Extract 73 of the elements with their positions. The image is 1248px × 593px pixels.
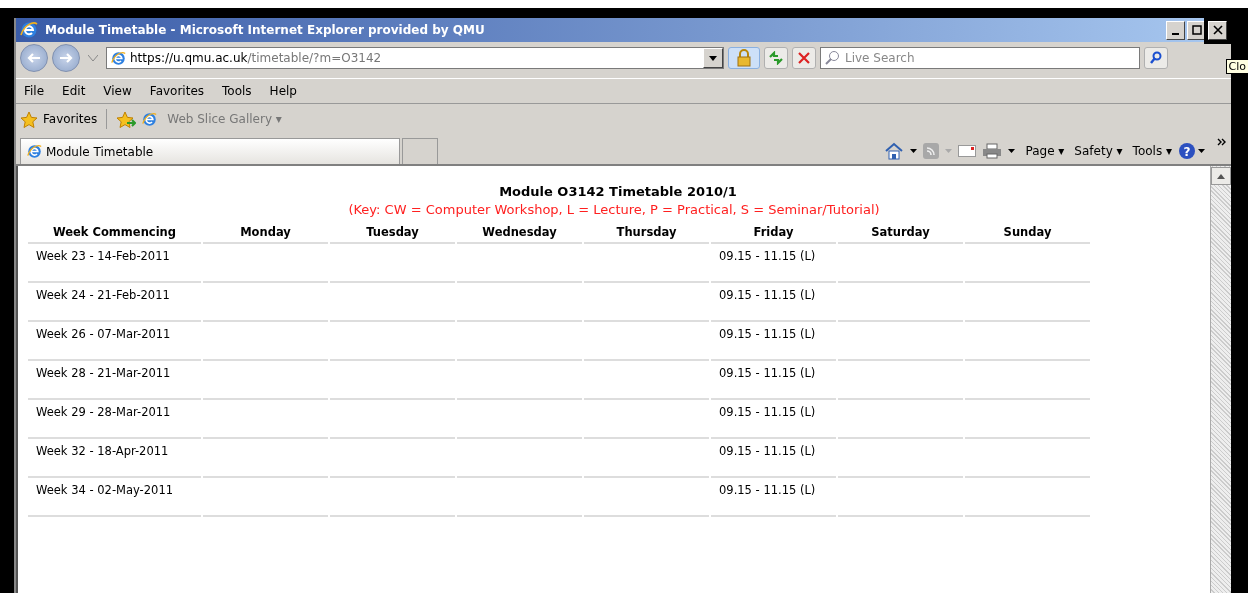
- caret-icon[interactable]: [1008, 149, 1016, 153]
- table-cell: 09.15 - 11.15 (L): [719, 405, 816, 419]
- home-icon[interactable]: [884, 142, 905, 160]
- scrollbar[interactable]: [1210, 166, 1231, 593]
- right-arrow-icon: [58, 52, 74, 64]
- printer-icon[interactable]: [982, 143, 1003, 159]
- address-field[interactable]: https://u.qmu.ac.uk/timetable/?m=O3142: [106, 47, 724, 69]
- command-menu[interactable]: Tools ▾: [1132, 144, 1172, 158]
- table-cell: 09.15 - 11.15 (L): [719, 249, 816, 263]
- star-icon: [20, 110, 38, 128]
- column-header: Saturday: [838, 223, 963, 244]
- menu-item[interactable]: Edit: [62, 84, 86, 98]
- url-text: https://u.qmu.ac.uk/timetable/?m=O3142: [130, 51, 383, 65]
- refresh-arrows-icon: [768, 51, 784, 65]
- minimize-icon: [1172, 33, 1179, 35]
- web-slice-icon: [142, 111, 158, 127]
- table-cell: Week 24 - 21-Feb-2011: [36, 288, 170, 302]
- table-cell: 09.15 - 11.15 (L): [719, 444, 816, 458]
- minimize-button[interactable]: [1166, 20, 1185, 40]
- table-cell: 09.15 - 11.15 (L): [719, 366, 816, 380]
- column-header: Friday: [711, 223, 836, 244]
- scroll-up-button[interactable]: [1211, 167, 1231, 185]
- column-header: Monday: [203, 223, 328, 244]
- table-cell: Week 29 - 28-Mar-2011: [36, 405, 171, 419]
- search-button[interactable]: [1144, 47, 1168, 69]
- forward-button[interactable]: [52, 44, 80, 72]
- chevron-icon[interactable]: [1217, 138, 1227, 146]
- column-header: Wednesday: [457, 223, 582, 244]
- lock-icon[interactable]: [728, 47, 760, 69]
- column-header: Tuesday: [330, 223, 455, 244]
- table-cell: Week 32 - 18-Apr-2011: [36, 444, 169, 458]
- maximize-icon: [1191, 25, 1202, 35]
- table-cell: Week 34 - 02-May-2011: [36, 483, 174, 497]
- tab-page-icon: [27, 144, 42, 159]
- close-icon: [1212, 25, 1223, 35]
- search-icon: [824, 50, 840, 66]
- menu-item[interactable]: View: [103, 84, 132, 98]
- menu-item[interactable]: Tools: [222, 84, 252, 98]
- column-header: Thursday: [584, 223, 709, 244]
- column-header: Week Commencing: [28, 223, 201, 244]
- menu-item[interactable]: File: [24, 84, 45, 98]
- table-cell: 09.15 - 11.15 (L): [719, 483, 816, 497]
- search-icon: [1149, 51, 1163, 65]
- mail-icon[interactable]: [958, 145, 977, 157]
- table-cell: Week 23 - 14-Feb-2011: [36, 249, 170, 263]
- page-heading: Module O3142 Timetable 2010/1: [498, 184, 738, 199]
- page-icon: [111, 50, 126, 66]
- column-header: Sunday: [965, 223, 1090, 244]
- table-cell: Week 26 - 07-Mar-2011: [36, 327, 171, 341]
- back-button[interactable]: [20, 44, 48, 72]
- table-cell: Week 28 - 21-Mar-2011: [36, 366, 171, 380]
- command-menu[interactable]: Safety ▾: [1074, 144, 1123, 158]
- left-arrow-icon: [26, 52, 42, 64]
- refresh-button[interactable]: [764, 47, 788, 69]
- table-cell: 09.15 - 11.15 (L): [719, 327, 816, 341]
- cross-icon: [797, 51, 811, 65]
- table-cell: 09.15 - 11.15 (L): [719, 288, 816, 302]
- window-title: Module Timetable - Microsoft Internet Explorer provided by QMU: [45, 23, 486, 37]
- caret-icon: [709, 55, 717, 61]
- key-legend: (Key: CW = Computer Workshop, L = Lecture, P = Practical, S = Seminar/Tutorial): [26, 202, 1202, 217]
- add-favorite-icon[interactable]: [116, 110, 137, 128]
- command-menu[interactable]: Page ▾: [1025, 144, 1065, 158]
- menu-item[interactable]: Help: [269, 84, 297, 98]
- caret-icon[interactable]: [910, 149, 918, 153]
- browser-logo-icon: [20, 21, 38, 39]
- stop-button[interactable]: [792, 47, 816, 69]
- up-arrow-icon: [1217, 173, 1225, 179]
- browser-tab[interactable]: Module Timetable: [20, 138, 400, 164]
- favorites-button[interactable]: Favorites: [20, 110, 98, 128]
- address-dropdown-button[interactable]: [703, 48, 723, 68]
- search-field[interactable]: Live Search: [820, 47, 1140, 69]
- tooltip: Clo: [1225, 59, 1248, 74]
- menu-item[interactable]: Favorites: [149, 84, 205, 98]
